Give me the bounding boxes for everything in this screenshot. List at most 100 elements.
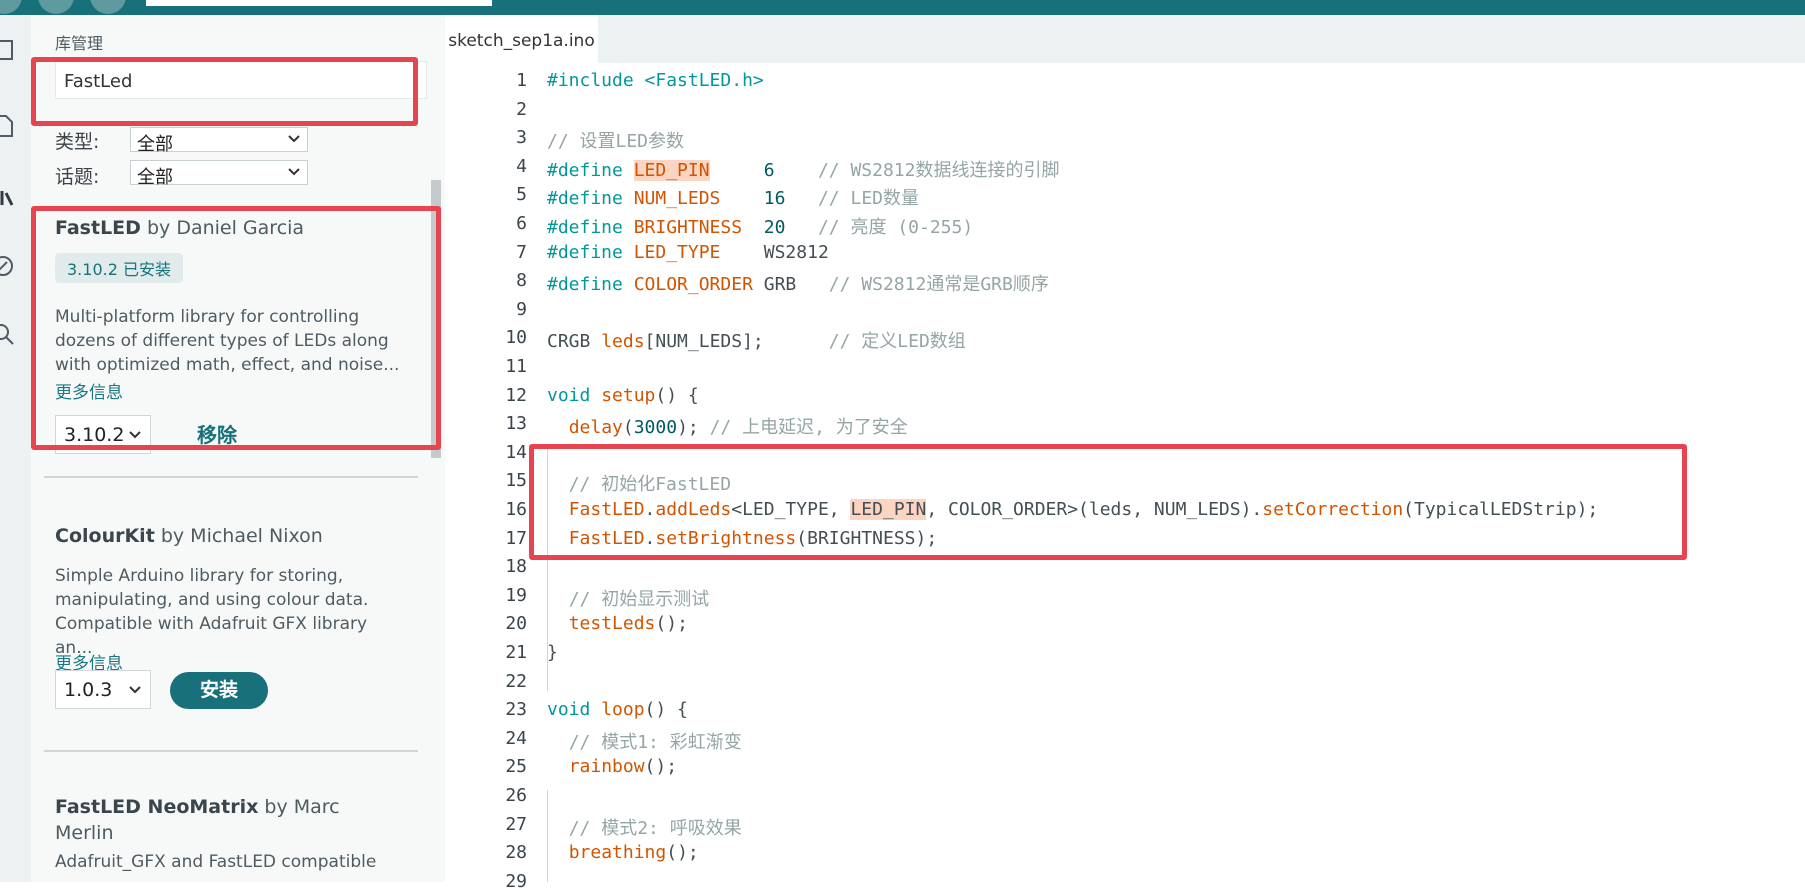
- library-description: Adafruit_GFX and FastLED compatible: [55, 850, 405, 874]
- line-number: 22: [505, 671, 527, 692]
- line-number: 14: [505, 442, 527, 463]
- code-token: // 定义LED数组: [828, 331, 966, 352]
- code-token: COLOR_ORDER: [633, 274, 753, 295]
- line-number: 16: [505, 499, 527, 520]
- annotation-box-fastled-init: [529, 444, 1687, 560]
- library-author: by Michael Nixon: [160, 525, 323, 547]
- code-token: () {: [644, 699, 688, 720]
- code-token: ();: [644, 756, 678, 777]
- line-number: 23: [505, 699, 527, 720]
- line-number: 10: [505, 327, 527, 348]
- code-line[interactable]: #define COLOR_ORDER GRB // WS2812通常是GRB顺…: [547, 270, 1049, 296]
- board-selector[interactable]: [146, 0, 492, 6]
- library-title: ColourKit by Michael Nixon: [55, 523, 415, 549]
- type-filter-select[interactable]: 全部: [130, 127, 308, 155]
- line-number: 11: [505, 356, 527, 377]
- code-token: #include <FastLED.h>: [547, 70, 764, 91]
- code-token: // 初始显示测试: [568, 589, 710, 610]
- code-token: void: [547, 385, 602, 406]
- line-number: 7: [516, 242, 527, 263]
- version-select[interactable]: 1.0.3: [55, 670, 151, 709]
- code-token: ();: [666, 842, 699, 863]
- install-button[interactable]: 安装: [170, 672, 268, 709]
- code-line[interactable]: delay(3000); // 上电延迟, 为了安全: [547, 413, 908, 439]
- line-number: 12: [505, 385, 527, 406]
- code-line[interactable]: #define LED_PIN 6 // WS2812数据线连接的引脚: [547, 156, 1060, 182]
- code-token: );: [677, 417, 710, 438]
- library-name: FastLED NeoMatrix: [55, 796, 259, 818]
- code-line[interactable]: #define BRIGHTNESS 20 // 亮度 (0-255): [547, 213, 973, 239]
- code-token: #define: [547, 217, 634, 238]
- folder-icon[interactable]: [0, 37, 16, 63]
- code-line[interactable]: #include <FastLED.h>: [547, 70, 764, 91]
- code-token: LED_PIN: [633, 160, 710, 181]
- code-line[interactable]: // 模式2: 呼吸效果: [547, 814, 742, 840]
- library-author-continued: Merlin: [55, 822, 114, 844]
- code-token: NUM_LEDS: [633, 188, 721, 209]
- code-token: setup: [601, 385, 656, 406]
- line-number: 15: [505, 470, 527, 491]
- library-name: ColourKit: [55, 525, 155, 547]
- code-token: () {: [655, 385, 699, 406]
- board-manager-icon[interactable]: [0, 113, 16, 139]
- tab-sketch[interactable]: sketch_sep1a.ino: [445, 15, 598, 63]
- divider: [44, 750, 418, 752]
- code-line[interactable]: CRGB leds[NUM_LEDS]; // 定义LED数组: [547, 327, 966, 353]
- upload-button[interactable]: [38, 0, 74, 14]
- type-filter-value: 全部: [137, 134, 173, 155]
- line-number: 1: [516, 70, 527, 91]
- line-number: 4: [516, 156, 527, 177]
- version-value: 1.0.3: [64, 679, 113, 701]
- code-line[interactable]: }: [547, 642, 558, 663]
- line-number: 20: [505, 613, 527, 634]
- code-token: // LED数量: [817, 188, 919, 209]
- verify-button[interactable]: [0, 0, 22, 14]
- line-number: 9: [516, 299, 527, 320]
- divider: [44, 476, 418, 478]
- code-line[interactable]: // 设置LED参数: [547, 127, 684, 153]
- type-filter-label: 类型:: [55, 131, 100, 153]
- code-line[interactable]: void setup() {: [547, 385, 699, 406]
- code-line[interactable]: #define NUM_LEDS 16 // LED数量: [547, 184, 919, 210]
- code-token: #define: [547, 160, 634, 181]
- line-number: 17: [505, 528, 527, 549]
- code-token: 6: [763, 160, 775, 181]
- library-description: Simple Arduino library for storing, mani…: [55, 564, 405, 660]
- code-token: 20: [763, 217, 786, 238]
- code-line[interactable]: testLeds();: [547, 613, 688, 634]
- line-number: 21: [505, 642, 527, 663]
- line-number: 24: [505, 728, 527, 749]
- code-line[interactable]: #define LED_TYPE WS2812: [547, 242, 829, 263]
- code-token: #define: [547, 242, 634, 263]
- library-card-colourkit: ColourKit by Michael Nixon Simple Arduin…: [55, 523, 415, 683]
- code-line[interactable]: breathing();: [547, 842, 699, 863]
- description-line: Simple Arduino library for storing,: [55, 566, 344, 586]
- description-line: Adafruit_GFX and FastLED compatible: [55, 852, 377, 872]
- chevron-down-icon: [288, 168, 300, 176]
- topic-filter-select[interactable]: 全部: [130, 160, 308, 188]
- search-icon[interactable]: [0, 321, 16, 347]
- debug-icon[interactable]: [0, 253, 16, 279]
- line-number: 2: [516, 99, 527, 120]
- chevron-down-icon: [288, 135, 300, 143]
- library-manager-icon[interactable]: [0, 183, 16, 209]
- description-line: manipulating, and using colour data.: [55, 590, 369, 610]
- line-number: 27: [505, 814, 527, 835]
- code-token: loop: [601, 699, 645, 720]
- code-token: }: [547, 642, 558, 663]
- code-line[interactable]: void loop() {: [547, 699, 688, 720]
- annotation-box-search: [31, 57, 418, 126]
- line-number: 18: [505, 556, 527, 577]
- line-number: 8: [516, 270, 527, 291]
- code-line[interactable]: // 初始显示测试: [547, 585, 710, 611]
- code-line[interactable]: // 模式1: 彩虹渐变: [547, 728, 742, 754]
- line-number: 3: [516, 127, 527, 148]
- code-line[interactable]: rainbow();: [547, 756, 677, 777]
- code-token: // 模式2: 呼吸效果: [568, 818, 742, 839]
- debug-button[interactable]: [90, 0, 126, 14]
